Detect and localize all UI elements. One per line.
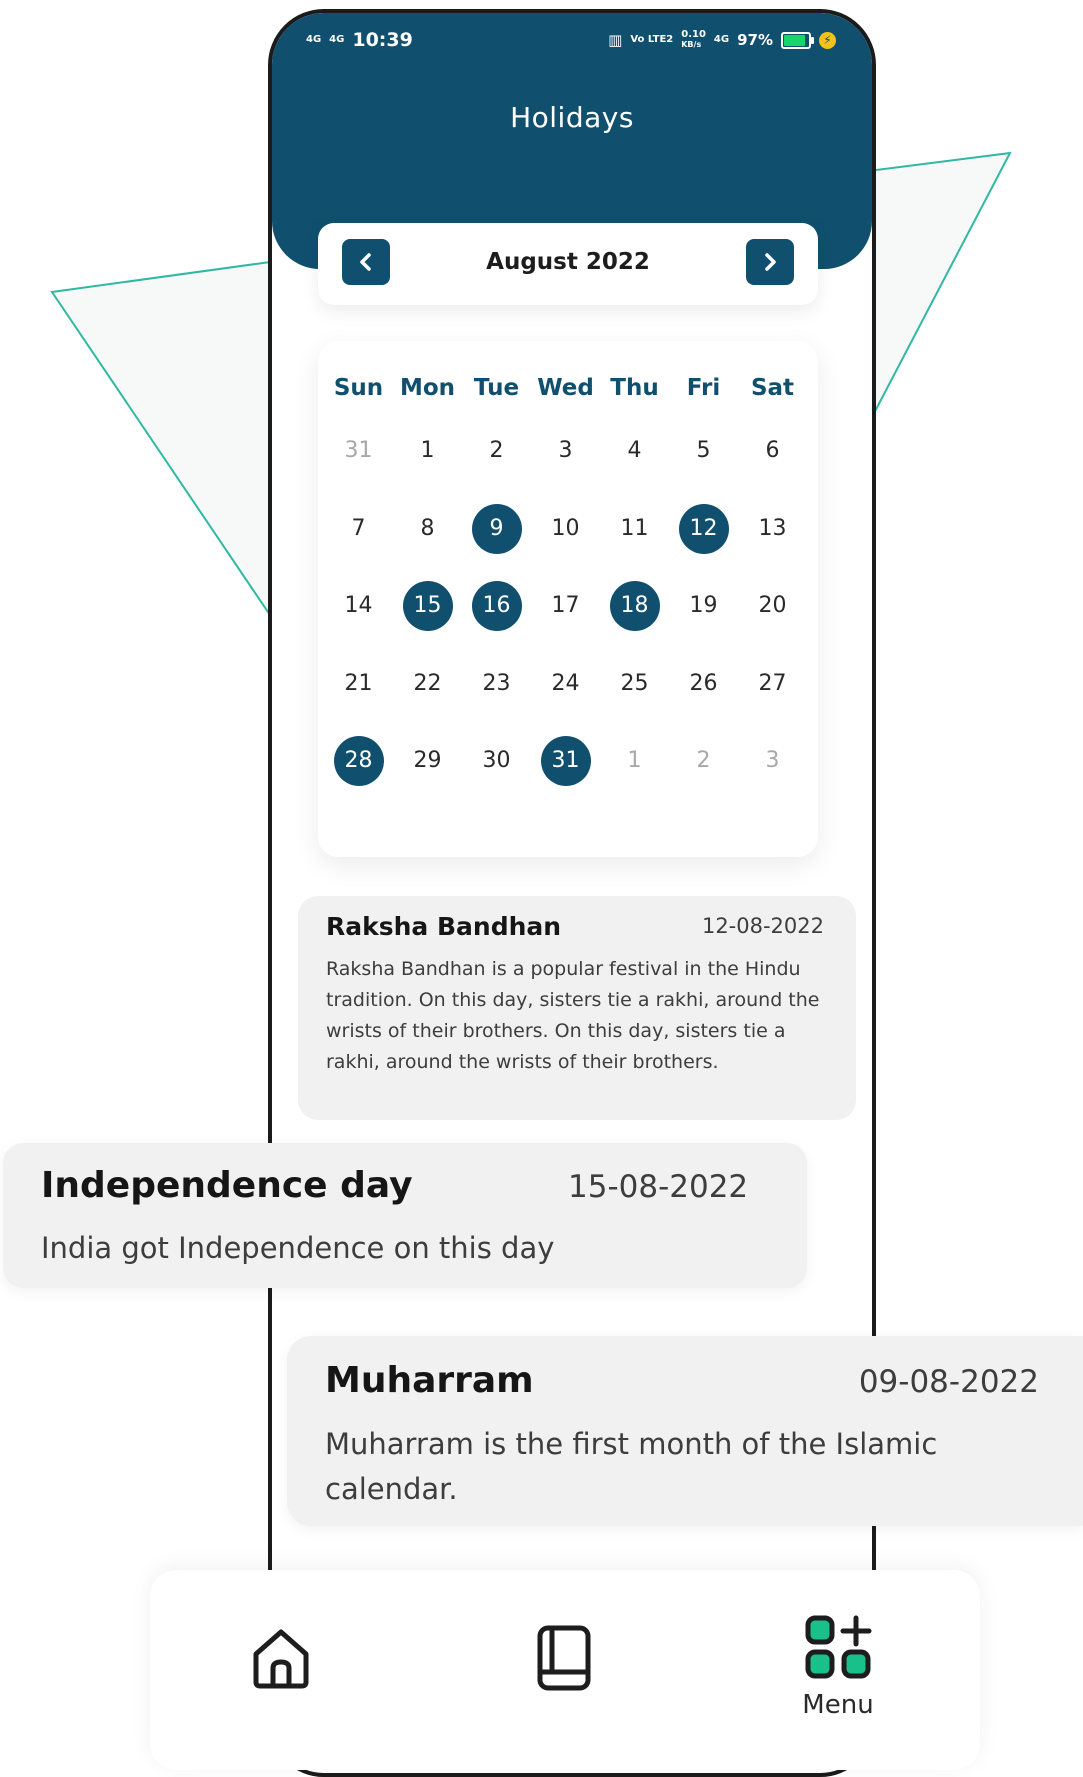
page-title: Holidays — [510, 101, 634, 134]
holiday-name: Independence day — [41, 1165, 413, 1206]
calendar-day[interactable]: 21 — [324, 659, 393, 709]
holiday-description: Muharram is the first month of the Islam… — [325, 1427, 938, 1506]
nav-home[interactable] — [246, 1622, 316, 1696]
calendar-day-holiday[interactable]: 28 — [324, 736, 393, 786]
signal-icon-2: 4G — [329, 34, 345, 45]
weekday-label: Tue — [473, 375, 520, 401]
status-bar-left: 4G 4G 10:39 — [306, 29, 413, 51]
calendar-week-row: 7 8 9 10 11 12 13 — [318, 504, 824, 554]
calendar-day[interactable]: 10 — [531, 504, 600, 554]
calendar-day[interactable]: 31 — [324, 426, 393, 476]
holiday-date: 15-08-2022 — [568, 1169, 749, 1205]
calendar-day[interactable]: 2 — [462, 426, 531, 476]
calendar-day-holiday[interactable]: 9 — [462, 504, 531, 554]
nav-menu[interactable]: Menu — [802, 1612, 874, 1720]
month-selector: August 2022 — [318, 223, 818, 305]
calendar-day[interactable]: 5 — [669, 426, 738, 476]
calendar-day[interactable]: 20 — [738, 581, 807, 631]
network-speed: 0.10 KB/s — [681, 29, 706, 50]
battery-percent: 97% — [737, 31, 773, 49]
calendar-day[interactable]: 23 — [462, 659, 531, 709]
calendar-day[interactable]: 4 — [600, 426, 669, 476]
calendar-day[interactable]: 22 — [393, 659, 462, 709]
status-bar: 4G 4G 10:39 ▥ Vo LTE2 0.10 KB/s 4G 97% ⚡ — [272, 13, 872, 69]
weekday-header: Sun Mon Tue Wed Thu Fri Sat — [318, 375, 824, 401]
bottom-navigation: Menu — [150, 1570, 980, 1770]
calendar-day[interactable]: 30 — [462, 736, 531, 786]
calendar-day[interactable]: 1 — [393, 426, 462, 476]
status-time: 10:39 — [352, 29, 413, 51]
month-label: August 2022 — [486, 249, 650, 275]
calendar-day[interactable]: 25 — [600, 659, 669, 709]
chevron-right-icon — [765, 253, 776, 271]
calendar-week-row: 28 29 30 31 1 2 3 — [318, 736, 824, 786]
calendar-day[interactable]: 17 — [531, 581, 600, 631]
calendar-grid: Sun Mon Tue Wed Thu Fri Sat 31 1 2 3 4 5 6 7 8 9 10 11 12 1… — [318, 341, 818, 857]
nav-menu-label: Menu — [802, 1690, 874, 1720]
calendar-day[interactable]: 3 — [531, 426, 600, 476]
volte-indicator: Vo LTE2 — [630, 34, 674, 45]
weekday-label: Fri — [686, 375, 721, 401]
status-bar-right: ▥ Vo LTE2 0.10 KB/s 4G 97% ⚡ — [608, 30, 836, 50]
calendar-week-row: 21 22 23 24 25 26 27 — [318, 659, 824, 709]
calendar-day[interactable]: 1 — [600, 736, 669, 786]
holiday-date: 09-08-2022 — [858, 1364, 1039, 1400]
calendar-day[interactable]: 6 — [738, 426, 807, 476]
calendar-day[interactable]: 8 — [393, 504, 462, 554]
calendar-week-row: 14 15 16 17 18 19 20 — [318, 581, 824, 631]
signal-icon-1: 4G — [306, 34, 322, 45]
calendar-day-holiday[interactable]: 15 — [393, 581, 462, 631]
holiday-card-independence-day[interactable]: Independence day 15-08-2022 India got In… — [3, 1143, 807, 1288]
calendar-day[interactable]: 24 — [531, 659, 600, 709]
calendar-day[interactable]: 13 — [738, 504, 807, 554]
calendar-week-row: 31 1 2 3 4 5 6 — [318, 426, 824, 476]
calendar-day[interactable]: 27 — [738, 659, 807, 709]
weekday-label: Mon — [399, 375, 456, 401]
calendar-day[interactable]: 29 — [393, 736, 462, 786]
left-triangle-decoration — [50, 260, 271, 619]
holiday-name: Muharram — [325, 1360, 534, 1401]
holiday-description: Raksha Bandhan is a popular festival in … — [326, 958, 820, 1073]
calendar-day[interactable]: 14 — [324, 581, 393, 631]
weekday-label: Thu — [610, 375, 659, 401]
book-icon — [537, 1625, 591, 1691]
calendar-day[interactable]: 11 — [600, 504, 669, 554]
calendar-day-holiday[interactable]: 31 — [531, 736, 600, 786]
vibrate-icon: ▥ — [608, 31, 623, 49]
weekday-label: Sat — [750, 375, 795, 401]
holiday-date: 12-08-2022 — [701, 914, 824, 938]
calendar-day-holiday[interactable]: 18 — [600, 581, 669, 631]
calendar-day-holiday[interactable]: 16 — [462, 581, 531, 631]
calendar-day[interactable]: 3 — [738, 736, 807, 786]
calendar-day[interactable]: 19 — [669, 581, 738, 631]
nav-book[interactable] — [532, 1622, 596, 1698]
network-type: 4G — [713, 34, 730, 45]
holiday-card-muharram[interactable]: Muharram 09-08-2022 Muharram is the firs… — [287, 1336, 1083, 1526]
holiday-name: Raksha Bandhan — [326, 912, 562, 941]
menu-grid-icon — [805, 1615, 872, 1679]
home-icon — [253, 1629, 309, 1689]
calendar-day[interactable]: 7 — [324, 504, 393, 554]
calendar-day-holiday[interactable]: 12 — [669, 504, 738, 554]
charging-icon: ⚡ — [819, 31, 836, 49]
holiday-description: India got Independence on this day — [41, 1231, 555, 1265]
next-month-button[interactable] — [746, 239, 794, 285]
weekday-label: Wed — [537, 375, 594, 401]
battery-icon — [781, 31, 814, 49]
holiday-card-raksha-bandhan[interactable]: Raksha Bandhan 12-08-2022 Raksha Bandhan… — [298, 896, 856, 1120]
weekday-label: Sun — [333, 375, 384, 401]
calendar-day[interactable]: 2 — [669, 736, 738, 786]
battery-fill — [784, 34, 805, 46]
calendar-day[interactable]: 26 — [669, 659, 738, 709]
right-triangle-decoration — [859, 151, 1012, 441]
